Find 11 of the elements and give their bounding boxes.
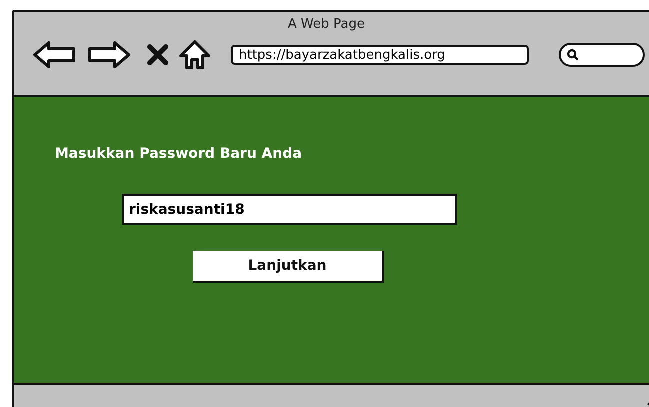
search-field[interactable]	[559, 43, 645, 67]
password-field[interactable]: riskasusanti18	[122, 194, 457, 225]
address-field[interactable]: https://bayarzakatbengkalis.org	[231, 45, 529, 65]
page-heading: Masukkan Password Baru Anda	[55, 146, 304, 162]
window-title: A Web Page	[288, 17, 365, 32]
close-icon[interactable]	[147, 44, 169, 66]
back-icon[interactable]	[33, 40, 77, 70]
continue-button[interactable]: Lanjutkan	[193, 251, 384, 283]
search-icon	[567, 49, 579, 61]
home-icon[interactable]	[179, 39, 211, 71]
forward-icon[interactable]	[87, 40, 131, 70]
